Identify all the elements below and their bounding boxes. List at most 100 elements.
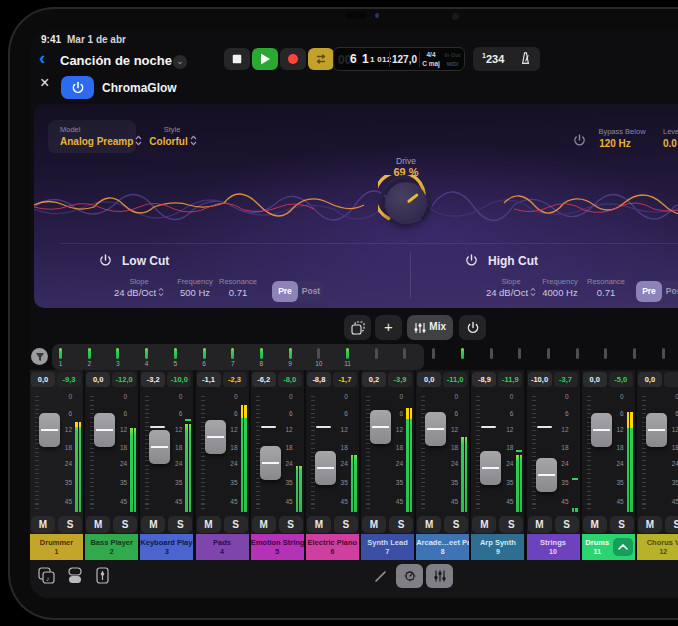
solo-button[interactable]: S <box>224 516 248 533</box>
pencil-icon[interactable] <box>374 569 388 583</box>
track-name-bar[interactable]: Strings 10 <box>527 534 580 560</box>
track-stack-collapse-button[interactable] <box>613 538 633 556</box>
loop-browser-icon[interactable]: ♪ <box>38 567 55 584</box>
peak-readout[interactable]: -3,7 <box>554 372 578 387</box>
track-name-bar[interactable]: Electric Piano 6 <box>306 534 359 560</box>
volume-readout[interactable]: -8,9 <box>472 372 496 387</box>
low-cut-pre-post[interactable]: Pre Post <box>272 281 324 302</box>
peak-readout[interactable]: -2,3 <box>223 372 247 387</box>
solo-button[interactable]: S <box>555 516 579 533</box>
filter-button[interactable] <box>31 348 48 365</box>
track-name-bar[interactable]: Drummer 1 <box>30 534 83 560</box>
peak-readout[interactable]: -11,9 <box>498 372 522 387</box>
fader-handle[interactable] <box>149 430 170 464</box>
solo-button[interactable]: S <box>58 516 82 533</box>
plugin-power-button[interactable] <box>61 76 94 99</box>
peak-readout[interactable]: -11,0 <box>443 372 467 387</box>
volume-readout[interactable]: -3,2 <box>141 372 165 387</box>
mute-button[interactable]: M <box>307 516 331 533</box>
volume-readout[interactable]: 0,0 <box>86 372 110 387</box>
fader-handle[interactable] <box>370 410 391 444</box>
solo-button[interactable]: S <box>610 516 634 533</box>
solo-button[interactable]: S <box>665 516 678 533</box>
mute-button[interactable]: M <box>417 516 441 533</box>
peak-readout[interactable]: -12,0 <box>112 372 136 387</box>
track-name-bar[interactable]: Synth Lead 7 <box>361 534 414 560</box>
low-cut-resonance-value[interactable]: 0.71 <box>208 287 268 298</box>
count-in-control[interactable]: 1234 <box>473 47 540 71</box>
cycle-button[interactable] <box>308 48 334 70</box>
bypass-below-value[interactable]: 120 Hz <box>575 138 655 149</box>
volume-readout[interactable]: 0,0 <box>417 372 441 387</box>
lcd-display[interactable]: 00 6 1 1 012 127,0 4/4C maj In OutMIDI <box>333 47 465 71</box>
mixer-view-button[interactable] <box>426 564 453 588</box>
peak-readout[interactable]: -1,7 <box>333 372 357 387</box>
volume-readout[interactable]: -8,8 <box>307 372 331 387</box>
fader-handle[interactable] <box>315 451 336 485</box>
track-name-bar[interactable]: Drums 11 <box>582 534 635 560</box>
add-track-button[interactable]: + <box>375 315 402 340</box>
solo-button[interactable]: S <box>334 516 358 533</box>
solo-button[interactable]: S <box>444 516 468 533</box>
fader-handle[interactable] <box>480 451 501 485</box>
fader-handle[interactable] <box>536 458 557 492</box>
peak-readout[interactable]: -10,0 <box>167 372 191 387</box>
drive-knob[interactable] <box>378 175 434 231</box>
mute-button[interactable]: M <box>583 516 607 533</box>
track-name-bar[interactable]: Arp Synth 9 <box>471 534 524 560</box>
plugins-icon[interactable] <box>67 567 83 584</box>
peak-readout[interactable]: -5,0 <box>609 372 633 387</box>
fader-handle[interactable] <box>205 420 226 454</box>
volume-readout[interactable]: 0,2 <box>362 372 386 387</box>
fader-handle[interactable] <box>425 412 446 446</box>
high-cut-resonance-value[interactable]: 0.71 <box>576 287 636 298</box>
volume-readout[interactable]: -1,1 <box>197 372 221 387</box>
mute-button[interactable]: M <box>638 516 662 533</box>
mix-button[interactable]: Mix <box>407 315 453 340</box>
high-cut-pre[interactable]: Pre <box>636 281 662 302</box>
track-name-bar[interactable]: Pads 4 <box>196 534 249 560</box>
fader-handle[interactable] <box>260 446 281 480</box>
mute-button[interactable]: M <box>362 516 386 533</box>
model-value[interactable]: Analog Preamp <box>60 135 142 147</box>
mute-button[interactable]: M <box>252 516 276 533</box>
high-cut-post[interactable]: Post <box>662 281 678 302</box>
low-cut-power-icon[interactable] <box>99 254 112 267</box>
high-cut-pre-post[interactable]: Pre Post <box>636 281 678 302</box>
volume-readout[interactable]: 0,0 <box>638 372 662 387</box>
record-button[interactable] <box>280 48 306 70</box>
stop-button[interactable] <box>224 48 250 70</box>
style-selector[interactable]: Colorful <box>138 135 208 147</box>
solo-button[interactable]: S <box>113 516 137 533</box>
mute-button[interactable]: M <box>528 516 552 533</box>
song-title[interactable]: Canción de noche <box>60 53 172 68</box>
fader-handle[interactable] <box>94 413 115 447</box>
peak-readout[interactable]: -3,9 <box>388 372 412 387</box>
mute-button[interactable]: M <box>197 516 221 533</box>
peak-readout[interactable]: -8,0 <box>278 372 302 387</box>
solo-button[interactable]: S <box>499 516 523 533</box>
fader-handle[interactable] <box>646 413 667 447</box>
level-value[interactable]: 0.0 <box>663 138 677 149</box>
fader-handle[interactable] <box>591 413 612 447</box>
back-button[interactable]: ‹ <box>39 47 45 69</box>
channel-strip-icon[interactable] <box>96 567 109 584</box>
low-cut-pre[interactable]: Pre <box>272 281 298 302</box>
track-name-bar[interactable]: Chorus V 12 <box>637 534 678 560</box>
volume-readout[interactable]: -6,2 <box>252 372 276 387</box>
mixer-power-button[interactable] <box>459 315 486 340</box>
duplicate-button[interactable] <box>344 315 371 340</box>
track-name-bar[interactable]: Keyboard Player 3 <box>140 534 193 560</box>
track-name-bar[interactable]: Emotion Strings 5 <box>251 534 304 560</box>
controls-view-button[interactable] <box>396 564 423 588</box>
mute-button[interactable]: M <box>86 516 110 533</box>
low-cut-slope-value[interactable]: 24 dB/Oct <box>109 287 169 298</box>
song-menu-chevron-icon[interactable]: ⌄ <box>173 55 187 69</box>
solo-button[interactable]: S <box>279 516 303 533</box>
mute-button[interactable]: M <box>472 516 496 533</box>
track-name-bar[interactable]: Arcade…eet Pad 8 <box>416 534 469 560</box>
track-name-bar[interactable]: Bass Player 2 <box>85 534 138 560</box>
peak-readout[interactable] <box>664 372 678 387</box>
volume-readout[interactable]: -10,0 <box>528 372 552 387</box>
peak-readout[interactable]: -9,3 <box>57 372 81 387</box>
